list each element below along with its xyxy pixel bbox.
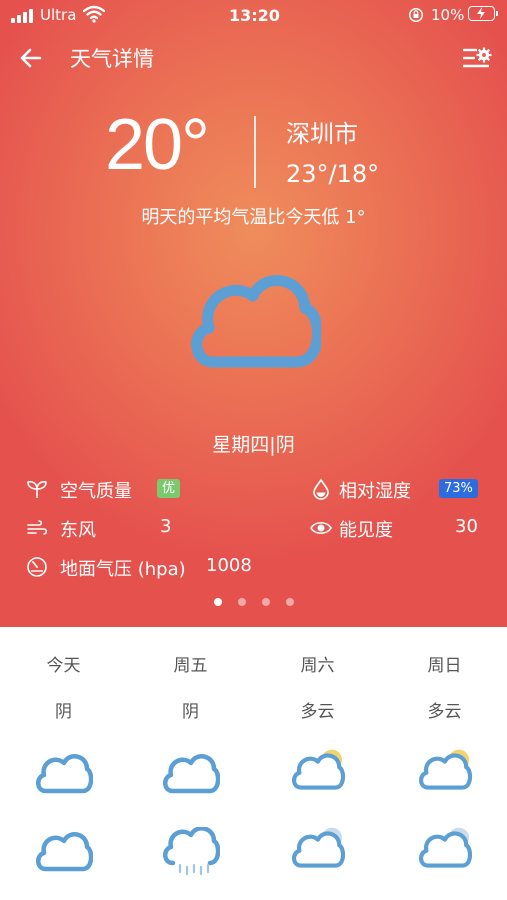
cloud-moon-icon xyxy=(292,827,346,868)
wind-label: 东风 xyxy=(60,520,96,541)
forecast-day[interactable]: 周六 多云 xyxy=(254,627,381,900)
humidity-drop-icon xyxy=(313,478,329,500)
visibility-value: 30 xyxy=(455,516,478,537)
forecast-condition: 多云 xyxy=(427,702,462,722)
forecast-day[interactable]: 今天 阴 xyxy=(0,627,127,900)
page-dot[interactable] xyxy=(238,598,246,606)
temperature-range: 23°/18° xyxy=(286,160,380,188)
cloud-icon xyxy=(191,275,321,368)
cloud-rain-icon xyxy=(163,827,220,876)
cloud-moon-icon xyxy=(419,827,473,868)
forecast-day-label: 周日 xyxy=(427,656,462,676)
page-dot[interactable] xyxy=(262,598,270,606)
temperature-comparison: 明天的平均气温比今天低 1° xyxy=(141,207,366,228)
cloud-sun-icon xyxy=(292,749,346,790)
gauge-icon xyxy=(27,557,47,577)
divider xyxy=(254,116,256,188)
cloud-icon xyxy=(36,754,93,794)
sprout-icon xyxy=(27,480,47,498)
status-bar: Ultra 13:20 10% xyxy=(0,0,507,32)
air-quality-label: 空气质量 xyxy=(60,481,132,502)
weather-hero: Ultra 13:20 10% 天气详情 20° 深圳市 23°/18° 明天的… xyxy=(0,0,507,627)
forecast-condition: 阴 xyxy=(55,702,72,722)
humidity-label: 相对湿度 xyxy=(339,481,411,502)
page-indicator[interactable] xyxy=(0,598,507,608)
pressure-value: 1008 xyxy=(206,555,252,576)
city-name: 深圳市 xyxy=(286,120,358,148)
forecast-day-label: 周五 xyxy=(173,656,208,676)
forecast-condition: 阴 xyxy=(182,702,199,722)
cloud-icon xyxy=(163,754,220,794)
page-dot[interactable] xyxy=(286,598,294,606)
current-temperature: 20° xyxy=(105,105,210,185)
wind-value: 3 xyxy=(160,516,172,537)
forecast-panel: 今天 阴 周五 阴 周六 多云 周日 多云 xyxy=(0,627,507,900)
page-dot-active[interactable] xyxy=(214,598,222,606)
air-quality-badge: 优 xyxy=(157,479,181,498)
weekday-condition: 星期四|阴 xyxy=(212,434,295,456)
forecast-day[interactable]: 周五 阴 xyxy=(127,627,254,900)
forecast-day-label: 周六 xyxy=(300,656,335,676)
signal-icon xyxy=(11,9,35,23)
back-arrow-icon[interactable] xyxy=(18,45,44,71)
list-settings-icon[interactable] xyxy=(462,46,492,70)
forecast-condition: 多云 xyxy=(300,702,335,722)
eye-icon xyxy=(310,521,332,535)
battery-percent: 10% xyxy=(431,6,465,24)
pressure-label: 地面气压 (hpa) xyxy=(60,559,186,580)
forecast-day-label: 今天 xyxy=(46,656,81,676)
cloud-icon xyxy=(36,832,93,872)
visibility-label: 能见度 xyxy=(339,520,393,541)
cloud-sun-icon xyxy=(419,749,473,790)
forecast-day[interactable]: 周日 多云 xyxy=(381,627,507,900)
carrier-label: Ultra xyxy=(40,6,77,24)
battery-icon xyxy=(468,6,498,21)
status-time: 13:20 xyxy=(229,6,280,25)
humidity-badge: 73% xyxy=(439,479,478,498)
page-title: 天气详情 xyxy=(70,47,154,71)
wifi-icon xyxy=(83,5,105,23)
rotation-lock-icon xyxy=(408,7,424,23)
wind-icon xyxy=(27,520,48,535)
